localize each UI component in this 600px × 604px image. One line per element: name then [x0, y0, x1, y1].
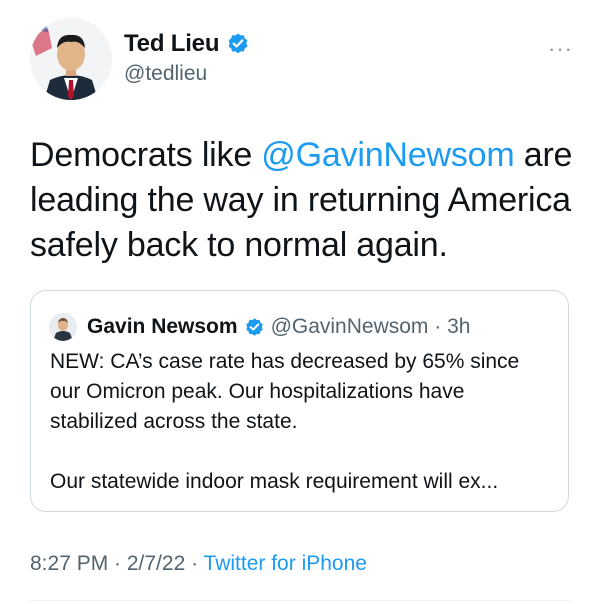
divider [30, 600, 570, 601]
quoted-tweet-text: NEW: CA’s case rate has decreased by 65%… [50, 347, 555, 497]
mention-link[interactable]: @GavinNewsom [261, 136, 514, 174]
tweet-timestamp[interactable]: 8:27 PM · 2/7/22 · [30, 552, 204, 575]
quoted-author-display-name[interactable]: Gavin Newsom [87, 315, 238, 339]
quoted-paragraph-1: NEW: CA’s case rate has decreased by 65%… [50, 350, 520, 433]
verified-badge-icon [226, 32, 250, 56]
more-options-icon[interactable]: ··· [548, 36, 573, 62]
quoted-handle-time[interactable]: @GavinNewsom · 3h [271, 315, 471, 339]
quoted-tweet-card[interactable]: Gavin Newsom @GavinNewsom · 3h NEW: CA’s… [30, 290, 569, 512]
quoted-paragraph-2: Our statewide indoor mask requirement wi… [50, 470, 499, 493]
tweet-footer: 8:27 PM · 2/7/22 · Twitter for iPhone [30, 552, 367, 576]
tweet-header: Ted Lieu @tedlieu ··· [0, 0, 600, 110]
quoted-verified-badge-icon [244, 317, 265, 338]
author-avatar[interactable] [30, 18, 112, 100]
author-display-name[interactable]: Ted Lieu [124, 30, 219, 58]
quoted-author-avatar[interactable] [49, 313, 77, 341]
author-handle[interactable]: @tedlieu [124, 62, 207, 86]
tweet-text-before: Democrats like [30, 136, 262, 174]
tweet-text: Democrats like @GavinNewsom are leading … [30, 133, 575, 268]
tweet-source-link[interactable]: Twitter for iPhone [204, 552, 367, 575]
